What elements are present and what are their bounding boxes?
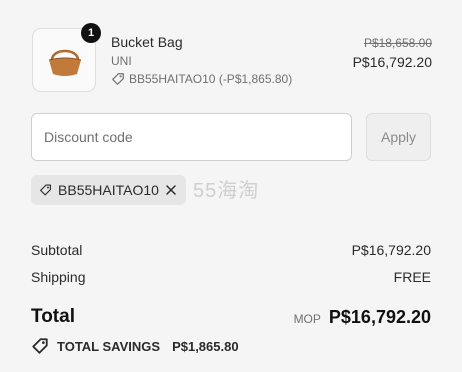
total-value-group: MOP P$16,792.20 (294, 307, 431, 328)
subtotal-row: Subtotal P$16,792.20 (31, 242, 431, 258)
remove-code-icon[interactable] (165, 182, 178, 198)
watermark: 55海淘 (193, 180, 260, 202)
bucket-bag-image (48, 49, 82, 76)
total-value: P$16,792.20 (328, 307, 431, 327)
total-row: Total MOP P$16,792.20 (31, 306, 431, 328)
subtotal-value: P$16,792.20 (351, 242, 431, 258)
order-summary: 1 Bucket Bag UNI BB55HAITAO10 (-P$1,865.… (0, 0, 462, 372)
applied-code-chip: BB55HAITAO10 (31, 175, 186, 205)
shipping-label: Shipping (31, 269, 86, 285)
total-savings: TOTAL SAVINGS P$1,865.80 (31, 337, 239, 355)
product-discount: BB55HAITAO10 (-P$1,865.80) (111, 72, 292, 86)
savings-label: TOTAL SAVINGS (57, 338, 161, 354)
product-name: Bucket Bag (111, 34, 183, 50)
subtotal-label: Subtotal (31, 242, 83, 258)
shipping-value: FREE (393, 269, 431, 285)
tag-icon (32, 338, 48, 354)
product-discount-text: BB55HAITAO10 (-P$1,865.80) (129, 72, 293, 86)
original-price: P$18,658.00 (363, 36, 432, 50)
product-variant: UNI (111, 54, 132, 68)
total-currency: MOP (293, 312, 321, 326)
line-item: 1 Bucket Bag UNI BB55HAITAO10 (-P$1,865.… (32, 23, 432, 92)
applied-code-label: BB55HAITAO10 (58, 182, 159, 198)
tag-icon (112, 73, 124, 85)
product-price: P$16,792.20 (352, 54, 432, 70)
apply-button[interactable]: Apply (366, 113, 431, 161)
savings-value: P$1,865.80 (172, 338, 239, 354)
total-label: Total (31, 306, 75, 327)
discount-code-input[interactable] (31, 113, 352, 161)
tag-icon (40, 184, 51, 196)
shipping-row: Shipping FREE (31, 269, 431, 285)
quantity-badge: 1 (81, 23, 101, 43)
